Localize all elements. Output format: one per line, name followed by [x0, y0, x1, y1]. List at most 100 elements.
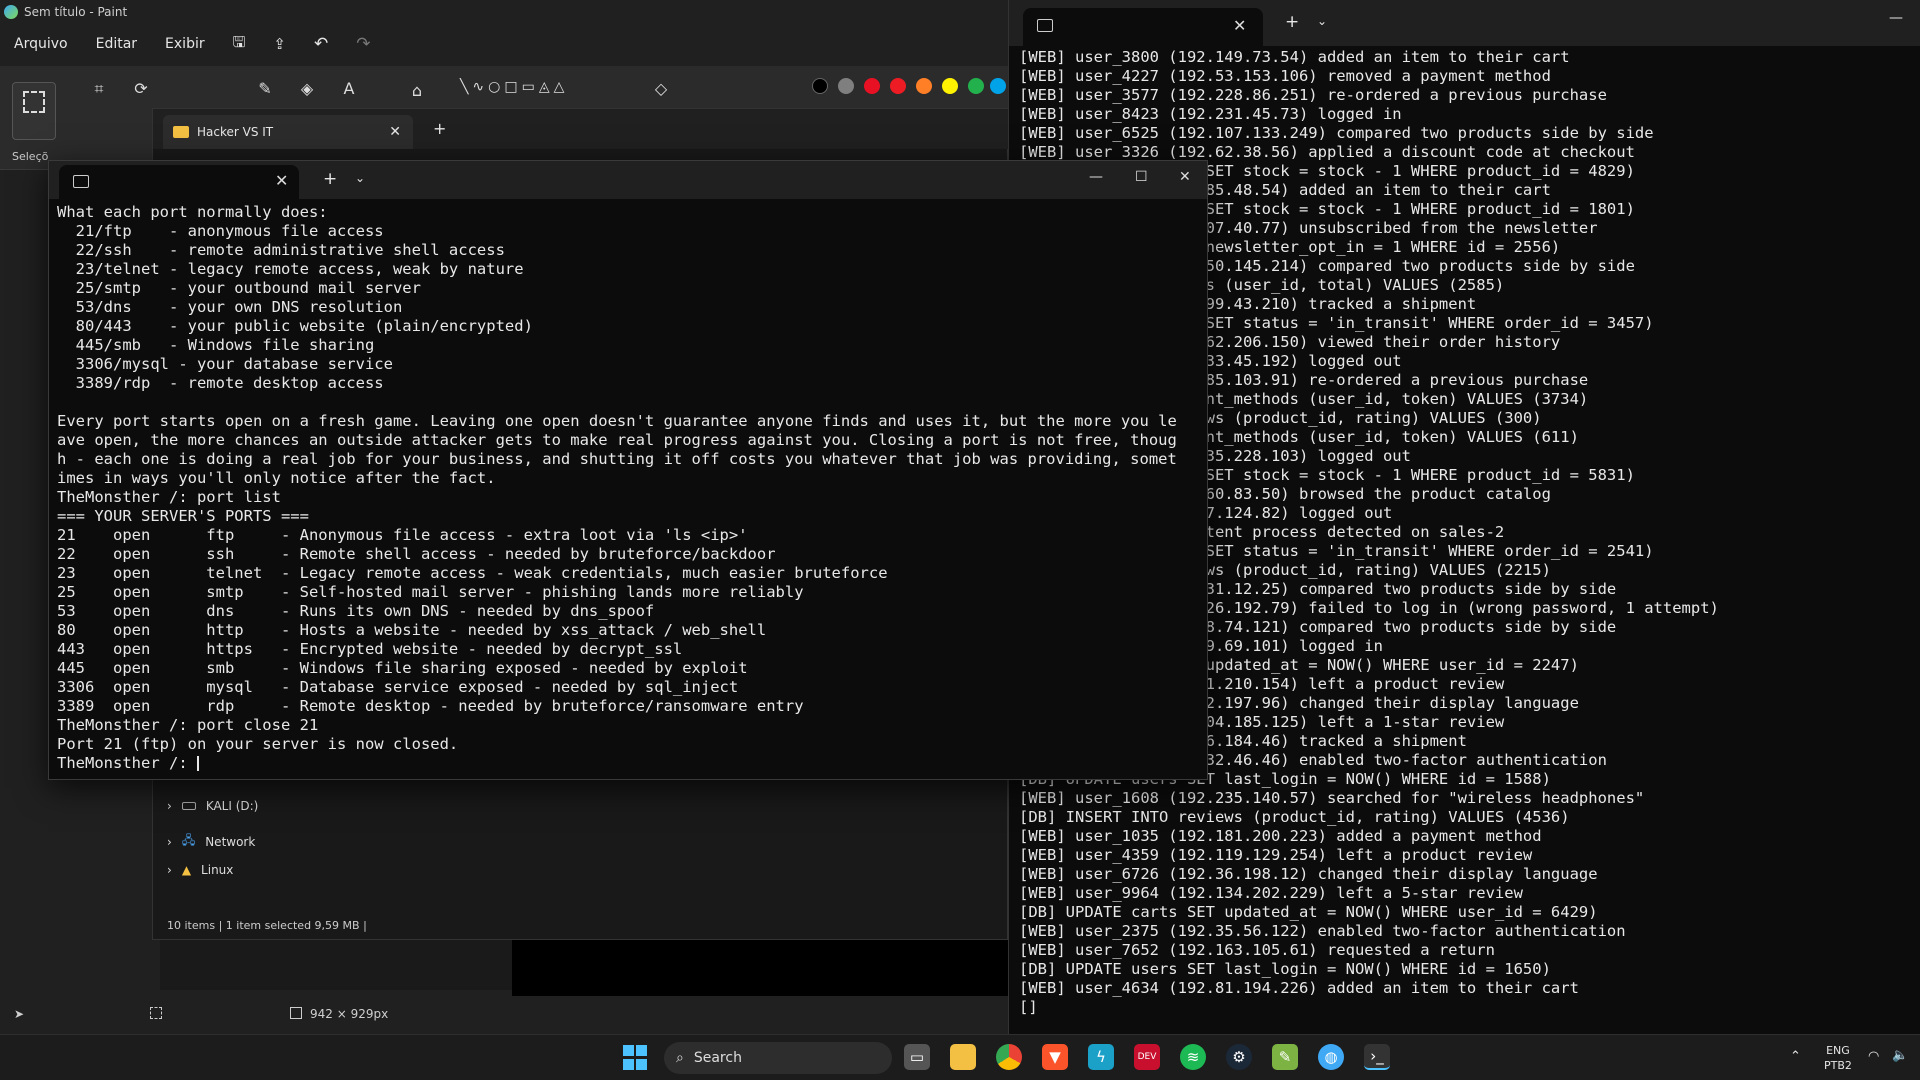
chevron-up-icon[interactable]: ⌃ [1790, 1049, 1801, 1064]
menu-editar[interactable]: Editar [82, 36, 151, 52]
chrome-icon[interactable] [996, 1044, 1022, 1070]
explorer-tab-close-icon[interactable]: ✕ [389, 124, 401, 140]
color-swatch-7[interactable] [990, 78, 1006, 94]
nav-item-kali[interactable]: › KALI (D:) [167, 799, 258, 813]
nav-item-network[interactable]: › 🖧 Network [167, 831, 255, 852]
spotify-icon[interactable]: ≋ [1180, 1044, 1206, 1070]
terminal-line: 23/telnet - legacy remote access, weak b… [57, 260, 524, 278]
selection-tool[interactable] [12, 82, 56, 140]
minimize-icon[interactable]: — [1889, 10, 1903, 26]
terminal-line: 53 open dns - Runs its own DNS - needed … [57, 602, 655, 620]
nav-label-network: Network [205, 834, 256, 849]
chevron-down-icon[interactable]: ⌄ [1317, 14, 1327, 28]
windows-start-icon[interactable] [622, 1044, 648, 1070]
terminal-line: 25 open smtp - Self-hosted mail server -… [57, 583, 804, 601]
log-line: [WEB] user_2375 (192.35.56.122) enabled … [1019, 922, 1626, 940]
log-line: [WEB] user_7652 (192.163.105.61) request… [1019, 941, 1495, 959]
save-icon[interactable]: 🖫 [219, 32, 260, 57]
log-line: [] [1019, 998, 1038, 1016]
share-icon[interactable]: ⇪ [259, 35, 300, 53]
brave-icon[interactable]: ▼ [1042, 1044, 1068, 1070]
pencil-icon[interactable]: ✎ [254, 78, 276, 100]
earth-icon[interactable]: ◍ [1318, 1044, 1344, 1070]
main-terminal-tab[interactable]: ✕ [59, 165, 299, 199]
terminal-line: 445 open smb - Windows file sharing expo… [57, 659, 748, 677]
explorer-tab[interactable]: Hacker VS IT ✕ [163, 115, 413, 149]
color-swatch-5[interactable] [942, 78, 958, 94]
selection-label: Seleçõ [12, 150, 49, 163]
layers-icon[interactable]: ◇ [650, 78, 672, 100]
text-cursor [196, 756, 199, 771]
close-tab-icon[interactable]: ✕ [1233, 16, 1246, 35]
selection-size-icon [150, 1007, 162, 1019]
new-tab-icon[interactable]: + [323, 169, 337, 189]
rotate-icon[interactable]: ⟳ [130, 78, 152, 100]
close-tab-icon[interactable]: ✕ [275, 171, 288, 190]
log-line: [WEB] user_9964 (192.134.202.229) left a… [1019, 884, 1523, 902]
redo-icon[interactable]: ↷ [342, 34, 384, 54]
terminal-line: 22/ssh - remote administrative shell acc… [57, 241, 505, 259]
color-swatch-3[interactable] [890, 78, 906, 94]
new-tab-icon[interactable]: + [1285, 12, 1299, 32]
menu-exibir[interactable]: Exibir [151, 36, 219, 52]
terminal-taskbar-icon[interactable]: ›_ [1364, 1044, 1390, 1070]
log-line: [WEB] user_4634 (192.81.194.226) added a… [1019, 979, 1579, 997]
terminal-line: 443 open https - Encrypted website - nee… [57, 640, 683, 658]
text-icon[interactable]: A [338, 78, 360, 100]
file-explorer-icon[interactable] [950, 1044, 976, 1070]
menu-arquivo[interactable]: Arquivo [0, 36, 82, 52]
chevron-down-icon[interactable]: ⌄ [355, 171, 365, 185]
minimize-icon[interactable]: — [1089, 169, 1103, 185]
terminal-line: 3306 open mysql - Database service expos… [57, 678, 739, 696]
color-swatch-2[interactable] [864, 78, 880, 94]
log-terminal-tab[interactable]: ✕ [1023, 8, 1263, 46]
main-terminal-window: ✕ + ⌄ — ☐ ✕ What each port normally does… [48, 160, 1208, 780]
log-terminal-tab-bar: ✕ + ⌄ — [1009, 0, 1920, 46]
log-line: [WEB] user_6525 (192.107.133.249) compar… [1019, 124, 1654, 142]
terminal-line: 22 open ssh - Remote shell access - need… [57, 545, 776, 563]
terminal-output[interactable]: What each port normally does: 21/ftp - a… [57, 203, 1203, 773]
crop-icon[interactable]: ⌗ [88, 78, 110, 100]
terminal-line: What each port normally does: [57, 203, 328, 221]
taskbar-search[interactable]: ⌕ Search [664, 1042, 892, 1074]
bolt-icon[interactable]: ϟ [1088, 1044, 1114, 1070]
terminal-line: 445/smb - Windows file sharing [57, 336, 375, 354]
terminal-line: 3389/rdp - remote desktop access [57, 374, 384, 392]
explorer-tab-bar: Hacker VS IT ✕ + [153, 109, 1009, 149]
log-line: [DB] UPDATE users SET last_login = NOW()… [1019, 960, 1551, 978]
color-swatch-6[interactable] [968, 78, 984, 94]
maximize-icon[interactable]: ☐ [1135, 169, 1148, 185]
fill-icon[interactable]: ◈ [296, 78, 318, 100]
dev-cpp-icon[interactable]: DEV [1134, 1044, 1160, 1070]
selection-rect-icon [23, 91, 45, 113]
task-view-icon[interactable]: ▭ [904, 1044, 930, 1070]
drive-icon [181, 802, 196, 810]
terminal-icon [73, 175, 89, 188]
log-line: [WEB] user_1035 (192.181.200.223) added … [1019, 827, 1542, 845]
nav-item-linux[interactable]: › ▲ Linux [167, 863, 233, 877]
language-indicator[interactable]: ENG PTB2 [1824, 1043, 1852, 1073]
volume-icon[interactable]: 🔈 [1892, 1048, 1908, 1063]
terminal-line: === YOUR SERVER'S PORTS === [57, 507, 309, 525]
color-swatch-4[interactable] [916, 78, 932, 94]
paint-app-icon [4, 5, 18, 19]
color-swatch-1[interactable] [838, 78, 854, 94]
terminal-line: 3306/mysql - your database service [57, 355, 393, 373]
explorer-tab-title: Hacker VS IT [197, 125, 274, 139]
steam-icon[interactable]: ⚙ [1226, 1044, 1252, 1070]
brush-icon[interactable]: ⌂ [406, 80, 428, 102]
wifi-icon[interactable]: ◠ [1868, 1049, 1879, 1064]
explorer-new-tab-icon[interactable]: + [433, 119, 446, 138]
log-line: [DB] UPDATE carts SET updated_at = NOW()… [1019, 903, 1598, 921]
undo-icon[interactable]: ↶ [300, 34, 342, 54]
close-window-icon[interactable]: ✕ [1179, 169, 1191, 185]
log-line: [WEB] user_3800 (192.149.73.54) added an… [1019, 48, 1570, 66]
shapes-icon[interactable]: ╲∿○□▭◬△ [460, 76, 630, 98]
nav-label-linux: Linux [201, 863, 234, 877]
folder-icon [173, 126, 189, 138]
terminal-line: 80 open http - Hosts a website - needed … [57, 621, 767, 639]
terminal-line: 21/ftp - anonymous file access [57, 222, 384, 240]
notepad-icon[interactable]: ✎ [1272, 1044, 1298, 1070]
color-swatch-0[interactable] [812, 78, 828, 94]
